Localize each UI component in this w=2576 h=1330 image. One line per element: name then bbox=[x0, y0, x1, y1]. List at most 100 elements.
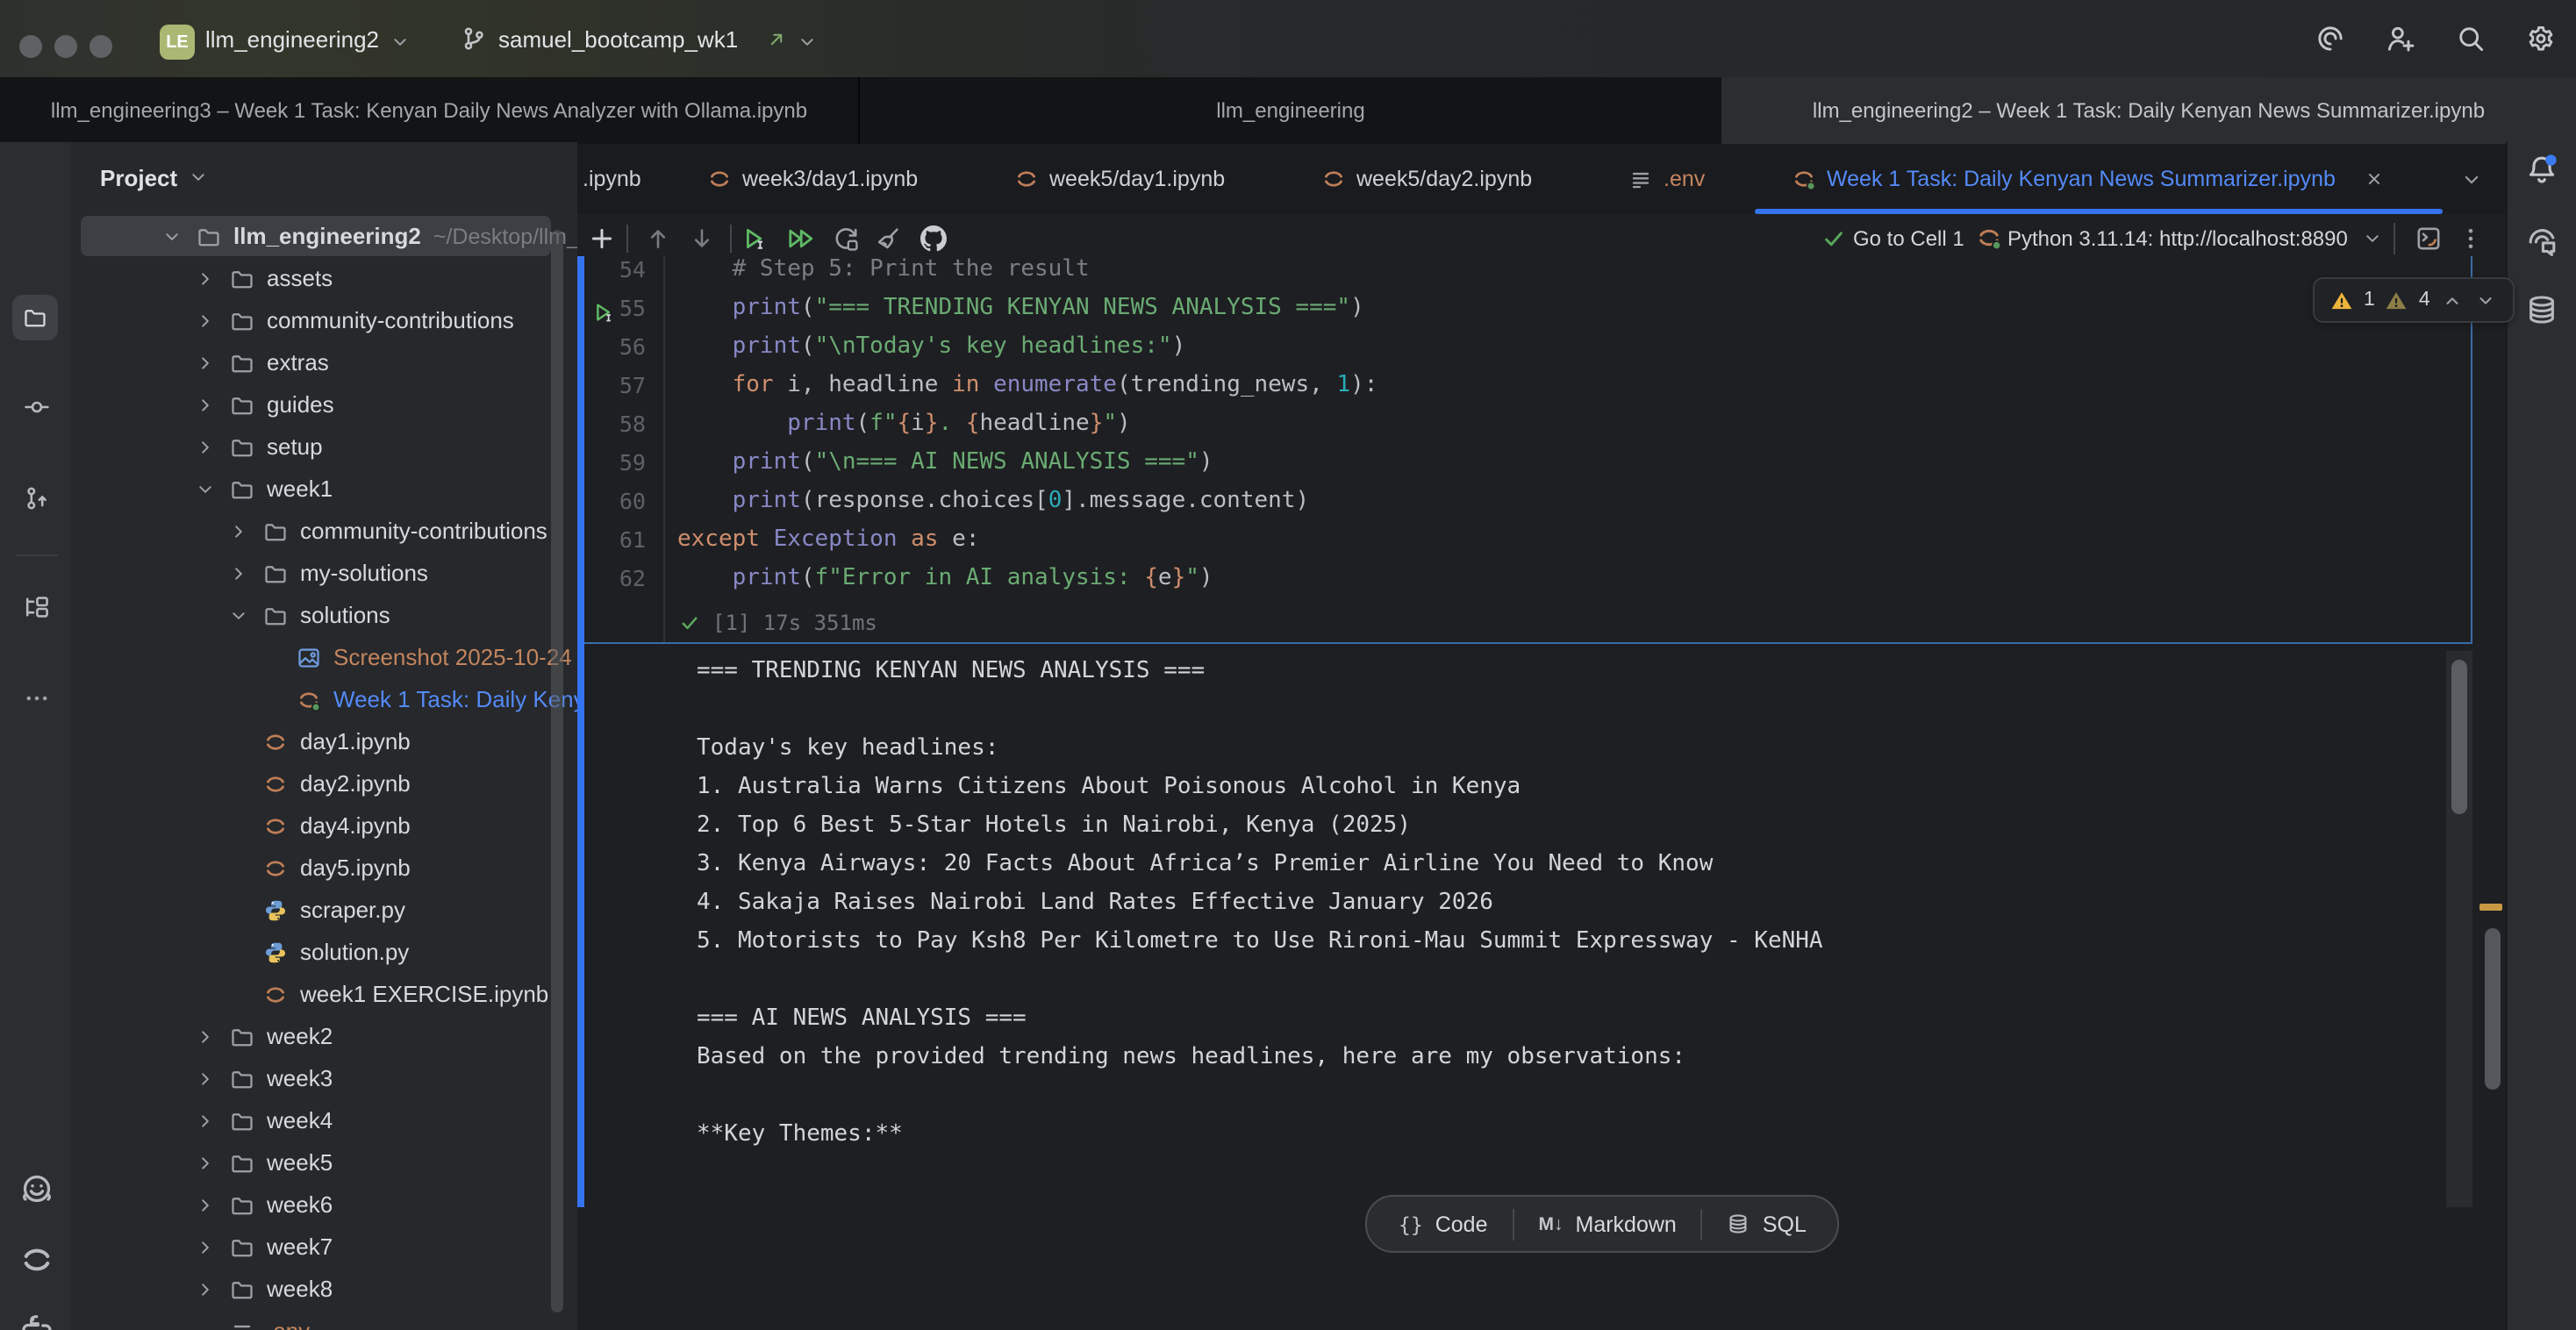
chevron-right-icon[interactable] bbox=[195, 1110, 216, 1131]
more-options-button[interactable] bbox=[2457, 225, 2485, 253]
tree-item-day5-ipynb[interactable]: day5.ipynb bbox=[70, 847, 577, 888]
move-cell-up-button[interactable] bbox=[644, 225, 672, 253]
github-button[interactable] bbox=[919, 225, 948, 253]
check-icon bbox=[1821, 226, 1846, 251]
tree-item-community-contributions[interactable]: community-contributions bbox=[70, 300, 577, 340]
run-all-cells-button[interactable] bbox=[786, 225, 814, 253]
search-button[interactable] bbox=[2455, 23, 2487, 54]
tree-item-week6[interactable]: week6 bbox=[70, 1184, 577, 1225]
window-minimize-button[interactable] bbox=[54, 35, 77, 58]
output-scrollbar-thumb[interactable] bbox=[2451, 660, 2467, 814]
editor-tab-week-1-task-daily-kenyan-news-summarizer-ipynb[interactable]: Week 1 Task: Daily Kenyan News Summarize… bbox=[1755, 144, 2422, 214]
chevron-right-icon[interactable] bbox=[195, 394, 216, 415]
chevron-right-icon[interactable] bbox=[228, 562, 249, 583]
tree-item-week8[interactable]: week8 bbox=[70, 1269, 577, 1309]
tree-item-week3[interactable]: week3 bbox=[70, 1058, 577, 1098]
folder-icon bbox=[230, 266, 254, 290]
database-tool-button[interactable] bbox=[2525, 293, 2558, 326]
window-tab-llm-engineering[interactable]: llm_engineering bbox=[860, 77, 1723, 144]
tree-item-guides[interactable]: guides bbox=[70, 384, 577, 425]
more-tools-button[interactable] bbox=[23, 684, 51, 712]
chevron-right-icon[interactable] bbox=[195, 1152, 216, 1173]
ai-assistant-tool-button[interactable] bbox=[2525, 225, 2558, 258]
window-tab-llm-engineering2[interactable]: llm_engineering2 – Week 1 Task: Daily Ke… bbox=[1721, 77, 2576, 144]
add-sql-cell-button[interactable]: SQL bbox=[1703, 1197, 1831, 1251]
chevron-down-icon[interactable] bbox=[161, 225, 182, 247]
notifications-button[interactable] bbox=[2525, 153, 2558, 186]
structure-tool-button[interactable] bbox=[23, 593, 51, 621]
project-switcher[interactable]: llm_engineering2 bbox=[205, 0, 379, 77]
project-avatar: LE bbox=[160, 25, 195, 60]
run-cell-button[interactable] bbox=[741, 225, 769, 253]
tree-item-solutions[interactable]: solutions bbox=[70, 595, 577, 635]
chevron-right-icon[interactable] bbox=[195, 352, 216, 373]
inspection-widget[interactable]: 1 4 bbox=[2313, 277, 2515, 323]
tab-list-chevron-button[interactable] bbox=[2460, 168, 2483, 191]
chevron-right-icon[interactable] bbox=[195, 268, 216, 289]
run-line-marker[interactable] bbox=[591, 300, 616, 325]
commit-tool-button[interactable] bbox=[23, 393, 51, 421]
tree-item-day1-ipynb[interactable]: day1.ipynb bbox=[70, 721, 577, 762]
chevron-right-icon[interactable] bbox=[195, 436, 216, 457]
clear-outputs-button[interactable] bbox=[874, 225, 902, 253]
tree-item-week4[interactable]: week4 bbox=[70, 1100, 577, 1141]
restart-kernel-button[interactable] bbox=[832, 225, 860, 253]
add-code-cell-button[interactable]: {} Code bbox=[1374, 1197, 1513, 1251]
tree-item-solution-py[interactable]: solution.py bbox=[70, 932, 577, 972]
chevron-right-icon[interactable] bbox=[228, 520, 249, 541]
tree-item-week7[interactable]: week7 bbox=[70, 1226, 577, 1267]
tree-item-assets[interactable]: assets bbox=[70, 258, 577, 298]
tree-item-extras[interactable]: extras bbox=[70, 342, 577, 383]
editor-tab-ipynb[interactable]: .ipynb bbox=[583, 144, 641, 214]
jupyter-icon bbox=[707, 167, 732, 191]
settings-button[interactable] bbox=[2525, 23, 2557, 54]
close-icon[interactable] bbox=[2364, 168, 2385, 189]
chevron-right-icon[interactable] bbox=[195, 1026, 216, 1047]
tree-item-my-solutions[interactable]: my-solutions bbox=[70, 553, 577, 593]
window-tab-llm-engineering3[interactable]: llm_engineering3 – Week 1 Task: Kenyan D… bbox=[0, 77, 860, 144]
editor-tab-env[interactable]: .env bbox=[1592, 144, 1742, 214]
chevron-right-icon[interactable] bbox=[195, 1236, 216, 1257]
folder-icon bbox=[230, 392, 254, 417]
tree-item-week1[interactable]: week1 bbox=[70, 468, 577, 509]
chevron-right-icon[interactable] bbox=[195, 1068, 216, 1089]
chevron-right-icon[interactable] bbox=[195, 1194, 216, 1215]
move-cell-down-button[interactable] bbox=[688, 225, 716, 253]
editor-tab-week5-day1-ipynb[interactable]: week5/day1.ipynb bbox=[977, 144, 1262, 214]
jupyter-console-button[interactable] bbox=[2415, 225, 2443, 253]
previous-warning-button[interactable] bbox=[2441, 289, 2464, 311]
tree-item-day2-ipynb[interactable]: day2.ipynb bbox=[70, 763, 577, 804]
tree-item-week2[interactable]: week2 bbox=[70, 1016, 577, 1056]
pull-requests-tool-button[interactable] bbox=[23, 484, 51, 512]
chevron-right-icon[interactable] bbox=[195, 1278, 216, 1299]
add-user-button[interactable] bbox=[2385, 23, 2416, 54]
jupyter-tool-button[interactable] bbox=[19, 1242, 54, 1277]
editor-scrollbar-thumb[interactable] bbox=[2485, 928, 2501, 1090]
tree-item-week1-exercise-ipynb[interactable]: week1 EXERCISE.ipynb bbox=[70, 974, 577, 1014]
tree-item-env[interactable]: .env bbox=[70, 1311, 577, 1330]
add-cell-button[interactable] bbox=[588, 225, 616, 253]
ai-mention-button[interactable] bbox=[2315, 23, 2346, 54]
tree-item-screenshot-2025-10-24-at[interactable]: Screenshot 2025-10-24 at bbox=[70, 637, 577, 677]
editor-tab-week5-day2-ipynb[interactable]: week5/day2.ipynb bbox=[1284, 144, 1569, 214]
window-close-button[interactable] bbox=[19, 35, 42, 58]
tree-item-llm-engineering2[interactable]: llm_engineering2~/Desktop/llm_en bbox=[70, 216, 577, 256]
editor-tab-week3-day1-ipynb[interactable]: week3/day1.ipynb bbox=[670, 144, 955, 214]
tree-item-setup[interactable]: setup bbox=[70, 426, 577, 467]
chevron-down-icon[interactable] bbox=[195, 478, 216, 499]
chevron-down-icon[interactable] bbox=[228, 604, 249, 626]
chevron-right-icon[interactable] bbox=[195, 310, 216, 331]
project-tree-scrollbar[interactable] bbox=[551, 230, 563, 1312]
add-markdown-cell-button[interactable]: M↓ Markdown bbox=[1514, 1197, 1701, 1251]
branch-switcher[interactable]: samuel_bootcamp_wk1 bbox=[498, 0, 738, 77]
tree-item-week5[interactable]: week5 bbox=[70, 1142, 577, 1183]
tree-item-scraper-py[interactable]: scraper.py bbox=[70, 890, 577, 930]
toolbar-divider bbox=[626, 225, 628, 253]
huggingface-tool-button[interactable] bbox=[19, 1172, 54, 1207]
tree-item-community-contributions[interactable]: community-contributions bbox=[70, 511, 577, 551]
window-zoom-button[interactable] bbox=[89, 35, 112, 58]
tree-item-week-1-task-daily-kenyan[interactable]: Week 1 Task: Daily Kenyan bbox=[70, 679, 577, 719]
next-warning-button[interactable] bbox=[2474, 289, 2497, 311]
python-console-tool-button[interactable] bbox=[19, 1312, 54, 1330]
tree-item-day4-ipynb[interactable]: day4.ipynb bbox=[70, 805, 577, 846]
